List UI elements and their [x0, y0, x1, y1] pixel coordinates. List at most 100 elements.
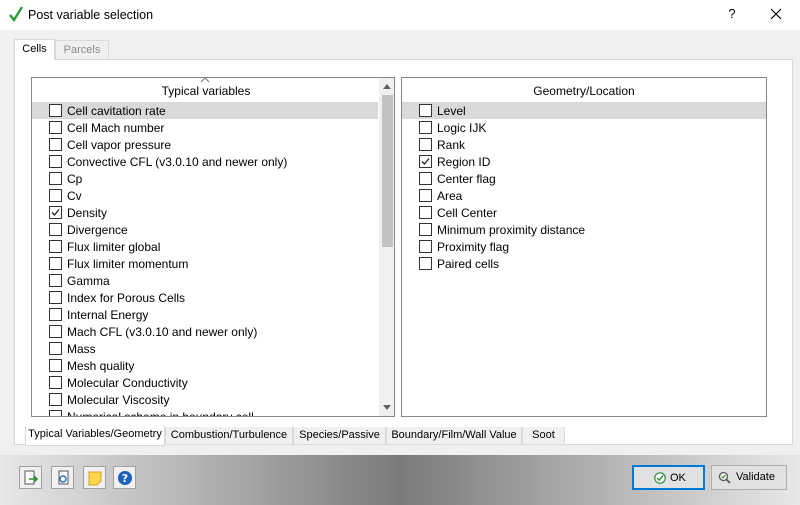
geometry-variable-row[interactable]: Rank	[402, 136, 766, 153]
checkbox[interactable]	[49, 291, 62, 304]
typical-variable-row[interactable]: Cell Mach number	[32, 119, 378, 136]
list-item-label: Divergence	[67, 223, 128, 237]
geometry-variable-row[interactable]: Area	[402, 187, 766, 204]
geometry-location-header[interactable]: Geometry/Location	[402, 78, 766, 100]
tab-parcels[interactable]: Parcels	[55, 40, 109, 59]
help-icon: ?	[118, 471, 132, 485]
checkbox[interactable]	[419, 104, 432, 117]
checkbox[interactable]	[49, 359, 62, 372]
list-item-label: Mesh quality	[67, 359, 135, 373]
sort-ascending-icon	[200, 78, 210, 83]
notes-button[interactable]	[83, 466, 106, 489]
ok-button-label: OK	[670, 472, 686, 484]
geometry-variable-row[interactable]: Paired cells	[402, 255, 766, 272]
list-item-label: Mach CFL (v3.0.10 and newer only)	[67, 325, 258, 339]
tab-boundary-film-wall[interactable]: Boundary/Film/Wall Value	[386, 427, 522, 445]
checkbox[interactable]	[49, 308, 62, 321]
import-icon	[58, 470, 69, 485]
info-button[interactable]: ?	[113, 466, 136, 489]
typical-variable-row[interactable]: Cell cavitation rate	[32, 102, 378, 119]
scroll-up-icon[interactable]	[383, 83, 391, 89]
checkbox[interactable]	[49, 104, 62, 117]
typical-variable-row[interactable]: Gamma	[32, 272, 378, 289]
typical-variable-row[interactable]: Index for Porous Cells	[32, 289, 378, 306]
checkbox[interactable]	[419, 121, 432, 134]
typical-variable-row[interactable]: Flux limiter momentum	[32, 255, 378, 272]
checkbox[interactable]	[419, 189, 432, 202]
validate-button[interactable]: Validate	[711, 465, 787, 490]
typical-variable-row[interactable]: Molecular Viscosity	[32, 391, 378, 408]
checkbox[interactable]	[419, 223, 432, 236]
checkbox[interactable]	[49, 223, 62, 236]
sticky-note-icon	[88, 471, 102, 486]
typical-variable-row[interactable]: Cp	[32, 170, 378, 187]
vertical-scrollbar[interactable]	[379, 78, 394, 416]
help-button[interactable]: ?	[724, 6, 740, 24]
tab-typical-variables-geometry[interactable]: Typical Variables/Geometry	[25, 426, 165, 446]
checkbox[interactable]	[419, 138, 432, 151]
validate-button-label: Validate	[736, 471, 775, 483]
checkbox[interactable]	[49, 206, 62, 219]
checkbox[interactable]	[49, 155, 62, 168]
export-button[interactable]	[19, 466, 42, 489]
typical-variables-header[interactable]: Typical variables	[32, 78, 380, 100]
checkbox[interactable]	[49, 342, 62, 355]
geometry-location-list[interactable]: Geometry/Location Level Logic IJK Rank Regi…	[401, 77, 767, 417]
checkbox[interactable]	[49, 257, 62, 270]
geometry-variable-row[interactable]: Minimum proximity distance	[402, 221, 766, 238]
typical-variables-list[interactable]: Typical variables Cell cavitation rate Ce…	[31, 77, 395, 417]
geometry-variable-row[interactable]: Level	[402, 102, 766, 119]
tab-species-passive[interactable]: Species/Passive	[293, 427, 386, 445]
tab-soot[interactable]: Soot	[522, 427, 565, 445]
typical-variable-row[interactable]: Numerical scheme in boundary cell	[32, 408, 378, 416]
checkbox[interactable]	[49, 410, 62, 416]
geometry-variable-row[interactable]: Logic IJK	[402, 119, 766, 136]
tab-cells[interactable]: Cells	[14, 39, 55, 60]
typical-variable-row[interactable]: Cell vapor pressure	[32, 136, 378, 153]
typical-variable-row[interactable]: Flux limiter global	[32, 238, 378, 255]
import-button[interactable]	[51, 466, 74, 489]
list-item-label: Molecular Conductivity	[67, 376, 188, 390]
typical-variable-row[interactable]: Divergence	[32, 221, 378, 238]
checkbox[interactable]	[49, 325, 62, 338]
list-item-label: Density	[67, 206, 108, 220]
list-item-label: Cell Mach number	[67, 121, 165, 135]
list-item-label: Cell vapor pressure	[67, 138, 172, 152]
typical-variable-row[interactable]: Mass	[32, 340, 378, 357]
list-item-label: Flux limiter global	[67, 240, 161, 254]
typical-variable-row[interactable]: Mach CFL (v3.0.10 and newer only)	[32, 323, 378, 340]
checkbox[interactable]	[419, 240, 432, 253]
checkbox[interactable]	[419, 172, 432, 185]
typical-variable-row[interactable]: Density	[32, 204, 378, 221]
typical-variable-row[interactable]: Internal Energy	[32, 306, 378, 323]
checkbox[interactable]	[49, 189, 62, 202]
checkbox[interactable]	[49, 172, 62, 185]
checkbox[interactable]	[49, 274, 62, 287]
checkbox[interactable]	[419, 257, 432, 270]
ok-button[interactable]: OK	[632, 465, 705, 490]
typical-variable-row[interactable]: Mesh quality	[32, 357, 378, 374]
list-item-label: Gamma	[67, 274, 110, 288]
geometry-variable-row[interactable]: Center flag	[402, 170, 766, 187]
checkbox[interactable]	[419, 206, 432, 219]
typical-variable-row[interactable]: Cv	[32, 187, 378, 204]
typical-variable-row[interactable]: Molecular Conductivity	[32, 374, 378, 391]
scrollbar-thumb[interactable]	[382, 95, 393, 247]
tab-combustion-turbulence[interactable]: Combustion/Turbulence	[165, 427, 293, 445]
scroll-down-icon[interactable]	[383, 405, 391, 411]
checkbox[interactable]	[49, 393, 62, 406]
list-item-label: Logic IJK	[437, 121, 487, 135]
checkbox[interactable]	[419, 155, 432, 168]
geometry-variable-row[interactable]: Proximity flag	[402, 238, 766, 255]
close-icon[interactable]	[766, 4, 786, 24]
checkbox[interactable]	[49, 376, 62, 389]
geometry-variable-row[interactable]: Cell Center	[402, 204, 766, 221]
checkbox[interactable]	[49, 240, 62, 253]
geometry-variable-row[interactable]: Region ID	[402, 153, 766, 170]
checkbox[interactable]	[49, 138, 62, 151]
list-item-label: Proximity flag	[437, 240, 510, 254]
list-item-label: Cell cavitation rate	[67, 104, 166, 118]
typical-variable-row[interactable]: Convective CFL (v3.0.10 and newer only)	[32, 153, 378, 170]
checkbox[interactable]	[49, 121, 62, 134]
list-item-label: Index for Porous Cells	[67, 291, 186, 305]
